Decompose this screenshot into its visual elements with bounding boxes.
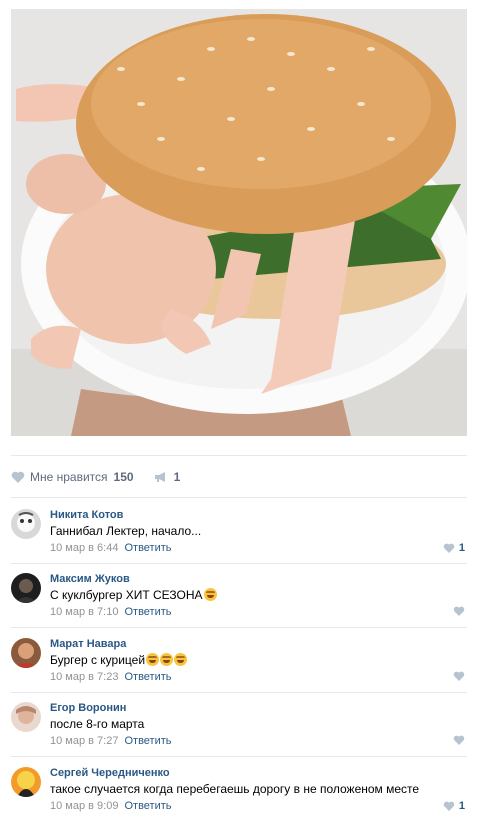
share-button[interactable]: 1 xyxy=(154,470,181,484)
avatar[interactable] xyxy=(11,509,41,539)
comment-meta: 10 мар в 7:10 Ответить xyxy=(50,606,172,618)
post-actions: Мне нравится 150 1 xyxy=(11,468,180,486)
comment-date[interactable]: 10 мар в 7:23 xyxy=(50,671,118,683)
heart-icon xyxy=(453,671,465,681)
laughing-emoji-icon xyxy=(160,653,174,666)
comment-like-button[interactable] xyxy=(453,735,465,745)
divider xyxy=(11,497,467,498)
laughing-emoji-icon xyxy=(146,653,160,666)
reply-button[interactable]: Ответить xyxy=(124,606,171,618)
divider xyxy=(11,692,467,693)
comment-date[interactable]: 10 мар в 7:27 xyxy=(50,735,118,747)
heart-icon xyxy=(443,801,455,811)
heart-icon xyxy=(11,471,25,483)
comment-author[interactable]: Сергей Чередниченко xyxy=(50,767,170,779)
comment-like-count: 1 xyxy=(458,800,465,812)
comment-meta: 10 мар в 7:23 Ответить xyxy=(50,671,172,683)
comment-text: Ганнибал Лектер, начало... xyxy=(50,524,202,538)
like-button[interactable]: Мне нравится 150 xyxy=(11,470,134,484)
comment-text-content: Бургер с курицей xyxy=(50,653,146,667)
comment-date[interactable]: 10 мар в 7:10 xyxy=(50,606,118,618)
comment-like-button[interactable]: 1 xyxy=(443,800,465,812)
comment-text: после 8-го марта xyxy=(50,717,145,731)
like-label: Мне нравится xyxy=(30,470,108,484)
comment-date[interactable]: 10 мар в 9:09 xyxy=(50,800,118,812)
megaphone-icon xyxy=(154,472,165,482)
laughing-emoji-icon xyxy=(174,653,188,666)
reply-button[interactable]: Ответить xyxy=(124,735,171,747)
comment: Сергей Чередниченко такое случается когд… xyxy=(11,767,467,831)
divider xyxy=(11,563,467,564)
like-count: 150 xyxy=(113,470,134,484)
post-photo[interactable] xyxy=(11,9,467,436)
divider xyxy=(11,756,467,757)
comment-text-content: С куклбургер ХИТ СЕЗОНА xyxy=(50,588,203,602)
avatar[interactable] xyxy=(11,573,41,603)
share-count: 1 xyxy=(173,470,181,484)
avatar[interactable] xyxy=(11,767,41,797)
comment-like-count: 1 xyxy=(458,542,465,554)
avatar[interactable] xyxy=(11,638,41,668)
heart-icon xyxy=(453,735,465,745)
reply-button[interactable]: Ответить xyxy=(124,800,171,812)
comment-author[interactable]: Марат Навара xyxy=(50,638,126,650)
comment-author[interactable]: Максим Жуков xyxy=(50,573,130,585)
reply-button[interactable]: Ответить xyxy=(124,542,171,554)
comment-like-button[interactable] xyxy=(453,606,465,616)
reply-button[interactable]: Ответить xyxy=(124,671,171,683)
comment-text: такое случается когда перебегаешь дорогу… xyxy=(50,782,420,796)
burger-photo-image xyxy=(11,9,467,436)
divider xyxy=(11,627,467,628)
comment-author[interactable]: Егор Воронин xyxy=(50,702,126,714)
comment-meta: 10 мар в 9:09 Ответить xyxy=(50,800,172,812)
divider xyxy=(11,455,467,456)
comment-meta: 10 мар в 6:44 Ответить xyxy=(50,542,172,554)
comment-like-button[interactable]: 1 xyxy=(443,542,465,554)
comment-like-button[interactable] xyxy=(453,671,465,681)
comment-author[interactable]: Никита Котов xyxy=(50,509,123,521)
heart-icon xyxy=(443,543,455,553)
laughing-emoji-icon xyxy=(203,588,217,601)
heart-icon xyxy=(453,606,465,616)
comment-text: Бургер с курицей xyxy=(50,653,188,667)
comment-meta: 10 мар в 7:27 Ответить xyxy=(50,735,172,747)
comment-date[interactable]: 10 мар в 6:44 xyxy=(50,542,118,554)
comment-text: С куклбургер ХИТ СЕЗОНА xyxy=(50,588,217,602)
avatar[interactable] xyxy=(11,702,41,732)
